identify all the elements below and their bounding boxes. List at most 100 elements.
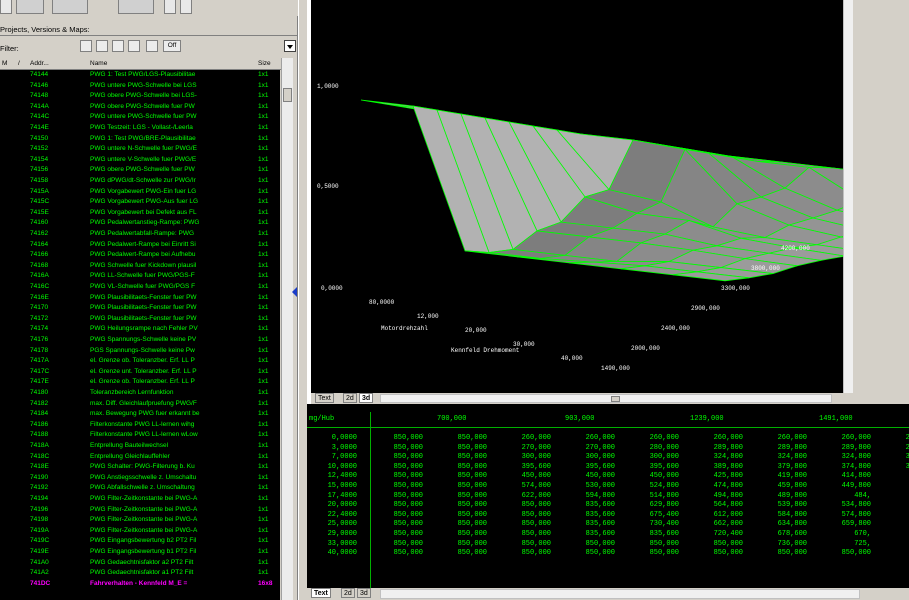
filter-icon-5[interactable] (146, 40, 158, 52)
table-cell[interactable]: 450,000 (633, 472, 679, 480)
table-cell[interactable]: 395,600 (505, 463, 551, 471)
list-item[interactable]: 7417C el. Grenze unt. Toleranzber. Erf. L… (0, 367, 280, 377)
table-cell[interactable]: 850,000 (377, 482, 423, 490)
column-size[interactable]: Size (258, 60, 271, 67)
list-item[interactable]: 74150 PWG 1: Test PWG/BRE-Plausibilitae 1x… (0, 134, 280, 144)
list-item[interactable]: 74168 PWG Schwelle fuer Kickdown plausil 1… (0, 261, 280, 271)
column-mode[interactable]: M (2, 60, 7, 67)
table-cell[interactable]: 850,000 (633, 540, 679, 548)
list-item[interactable]: 74162 PWG Pedalwertabfall-Rampe: PWG 1x1 (0, 229, 280, 239)
table-cell[interactable]: 850,000 (377, 549, 423, 557)
list-item[interactable]: 74170 PWG Plausibilitaets-Fenster fuer PW… (0, 303, 280, 313)
table-cell[interactable]: 324,800 (825, 453, 871, 461)
list-item[interactable]: 74186 Filterkonstante PWG LL-lernen wihg 1… (0, 420, 280, 430)
table-cell[interactable]: 260,000 (569, 434, 615, 442)
list-item[interactable]: 7415A PWG Vorgabewert PWG-Ein fuer LG 1x1 (0, 187, 280, 197)
list-item[interactable]: 74190 PWG Anstiegsschwelle z. Umschaltu 1x… (0, 473, 280, 483)
table-cell[interactable]: 260,000 (633, 434, 679, 442)
list-item[interactable]: 74144 PWG 1: Test PWG/LGS-Plausibilitae 1x… (0, 70, 280, 80)
table-cell[interactable]: 850,000 (441, 463, 487, 471)
table-cell[interactable]: 324,800 (889, 453, 909, 461)
table-cell[interactable]: 850,000 (377, 472, 423, 480)
table-cell[interactable]: 414,800 (825, 472, 871, 480)
tab-text[interactable]: Text (315, 393, 334, 403)
print-icon[interactable] (180, 0, 192, 14)
list-item[interactable]: 7415E PWG Vorgabewert bei Defekt aus FL 1x… (0, 208, 280, 218)
table-cell[interactable]: 260,000 (761, 434, 807, 442)
table-cell[interactable]: 835,600 (569, 530, 615, 538)
table-cell[interactable]: 574,800 (825, 511, 871, 519)
table-cell[interactable]: 260,000 (889, 434, 909, 442)
table-cell[interactable]: 850,000 (377, 434, 423, 442)
list-item[interactable]: 7416A PWG LL-Schwelle fuer PWG/PGS-F 1x1 (0, 271, 280, 281)
table-cell[interactable]: 450,000 (505, 472, 551, 480)
list-item[interactable]: 74198 PWG Filter-Zeitkonstante bei PWG-A 1… (0, 515, 280, 525)
list-item[interactable]: 74174 PWG Heilungsrampe nach Fehler PV 1x1 (0, 324, 280, 334)
table-cell[interactable]: 736,000 (761, 540, 807, 548)
table-cell[interactable]: 324,800 (761, 453, 807, 461)
list-item[interactable]: 7414C PWG untere PWG-Schwelle fuer PW 1x1 (0, 112, 280, 122)
table-cell[interactable]: 850,000 (697, 549, 743, 557)
table-cell[interactable]: 395,600 (633, 463, 679, 471)
tab-2d[interactable]: 2d (343, 393, 357, 403)
table-cell[interactable]: 534,800 (825, 501, 871, 509)
table-cell[interactable]: 850,000 (505, 540, 551, 548)
table-cell[interactable]: 300,000 (505, 453, 551, 461)
table-cell[interactable]: 850,000 (441, 453, 487, 461)
table-cell[interactable]: 324,800 (697, 453, 743, 461)
table-cell[interactable]: 850,000 (441, 482, 487, 490)
table-cell[interactable]: 850,000 (697, 540, 743, 548)
list-item[interactable]: 7414A PWG obere PWG-Schwelle fuer PW 1x1 (0, 102, 280, 112)
table-cell[interactable]: 530,000 (569, 482, 615, 490)
table-cell[interactable]: 594,800 (569, 492, 615, 500)
table-cell[interactable]: 260,000 (505, 434, 551, 442)
table-cell[interactable]: 850,000 (441, 549, 487, 557)
scrollbar-thumb[interactable] (283, 88, 292, 102)
list-item[interactable]: 74164 PWG Pedalwert-Rampe bei Einritt Si 1… (0, 240, 280, 250)
table-cell[interactable]: 614, (889, 520, 909, 528)
tab-3d[interactable]: 3d (359, 393, 374, 403)
table-cell[interactable]: 850,000 (377, 530, 423, 538)
list-item[interactable]: 7418C Entprellung Gleichlauffehler 1x1 (0, 452, 280, 462)
map-value-table[interactable]: mg/Hub 700,000 903,000 1239,000 1491,000… (307, 404, 909, 588)
table-cell[interactable]: 569, (889, 511, 909, 519)
filter-off-button[interactable]: Off (163, 40, 181, 52)
tab-2d[interactable]: 2d (341, 588, 355, 598)
table-cell[interactable]: 670, (825, 530, 871, 538)
table-cell[interactable]: 270,000 (505, 444, 551, 452)
list-item[interactable]: 7416C PWG VL-Schwelle fuer PWG/PGS F 1x1 (0, 282, 280, 292)
list-item[interactable]: 7414E PWG Testzeit: LGS - Vollast-/Leerla… (0, 123, 280, 133)
table-cell[interactable]: 850,000 (441, 472, 487, 480)
list-item[interactable]: 741A2 PWG Gedaechtnisfaktor a1 PT2 Filt 1x… (0, 568, 280, 578)
table-cell[interactable]: 289,800 (697, 444, 743, 452)
table-cell[interactable]: 450,000 (569, 472, 615, 480)
chevron-down-icon[interactable] (284, 40, 296, 52)
list-item[interactable]: 74176 PWG Spannungs-Schwelle keine PV 1x1 (0, 335, 280, 345)
table-cell[interactable]: 678,600 (761, 530, 807, 538)
toolbar-button-1[interactable] (16, 0, 44, 14)
table-cell[interactable]: 634,800 (761, 520, 807, 528)
list-item[interactable]: 7419E PWG Eingangsbewertung b1 PT2 Fil 1x1 (0, 547, 280, 557)
table-cell[interactable]: 835,600 (569, 520, 615, 528)
table-cell[interactable]: 419,800 (761, 472, 807, 480)
column-sort[interactable]: / (18, 60, 20, 67)
list-item[interactable]: 74152 PWG untere N-Schwelle fuer PWG/E 1x1 (0, 144, 280, 154)
table-cell[interactable]: 850,000 (441, 540, 487, 548)
table-cell[interactable]: 850,000 (633, 549, 679, 557)
table-cell[interactable]: 389,800 (697, 463, 743, 471)
table-horizontal-scrollbar[interactable] (380, 589, 860, 599)
table-cell[interactable]: 395,600 (569, 463, 615, 471)
table-cell[interactable]: 850,000 (505, 549, 551, 557)
table-cell[interactable]: 374,800 (825, 463, 871, 471)
table-cell[interactable]: 850,000 (441, 530, 487, 538)
table-cell[interactable]: 260,000 (825, 434, 871, 442)
table-cell[interactable]: 850,000 (441, 511, 487, 519)
table-cell[interactable]: 850,000 (441, 501, 487, 509)
table-cell[interactable]: 850,000 (377, 520, 423, 528)
table-cell[interactable]: 289,800 (761, 444, 807, 452)
table-cell[interactable]: 662,000 (697, 520, 743, 528)
list-item[interactable]: 74194 PWG Filter-Zeitkonstante bei PWG-A 1… (0, 494, 280, 504)
column-name[interactable]: Name (90, 60, 107, 67)
table-cell[interactable]: 850,000 (377, 444, 423, 452)
table-cell[interactable]: 444, (889, 482, 909, 490)
